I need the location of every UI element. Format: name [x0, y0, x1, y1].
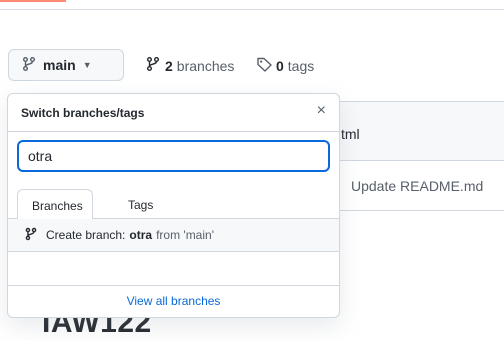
close-icon[interactable]: × — [317, 102, 326, 120]
branches-link[interactable]: 2 branches — [145, 56, 234, 75]
create-branch-source: from 'main' — [156, 228, 214, 242]
create-branch-name: otra — [129, 228, 153, 242]
dropdown-footer: View all branches — [8, 285, 339, 317]
file-list-header: tml — [317, 102, 504, 161]
nav-divider — [0, 9, 504, 10]
git-branch-icon — [24, 227, 46, 244]
tag-count-label: tags — [287, 57, 315, 74]
branch-switch-dropdown: Switch branches/tags × Branches Tags Cre… — [7, 93, 340, 318]
create-branch-prefix: Create branch: — [46, 228, 126, 242]
dropdown-title: Switch branches/tags — [21, 106, 145, 120]
dropdown-header: Switch branches/tags × — [8, 94, 339, 132]
tag-count-value: 0 — [276, 57, 284, 74]
tab-tags[interactable]: Tags — [114, 189, 167, 219]
tag-icon — [256, 56, 276, 75]
git-branch-icon — [21, 56, 43, 75]
git-branch-icon — [145, 56, 165, 75]
current-branch-label: main — [43, 57, 76, 73]
branch-selector-button[interactable]: main ▼ — [8, 49, 124, 81]
file-list-header-text: tml — [341, 126, 360, 142]
view-all-branches-link[interactable]: View all branches — [127, 294, 221, 308]
branch-count-label: branches — [176, 57, 235, 74]
create-branch-item[interactable]: Create branch: otra from 'main' — [8, 219, 339, 252]
dropdown-tabs: Branches Tags — [8, 180, 339, 220]
branch-count-value: 2 — [165, 57, 173, 74]
commit-message-link[interactable]: Update README.md — [351, 178, 483, 194]
file-list: tml Update README.md — [316, 101, 504, 211]
caret-down-icon: ▼ — [82, 60, 92, 70]
tab-branches[interactable]: Branches — [17, 189, 93, 220]
active-tab-underline — [0, 0, 66, 2]
tags-link[interactable]: 0 tags — [256, 56, 314, 75]
branch-filter-input[interactable] — [17, 140, 330, 172]
